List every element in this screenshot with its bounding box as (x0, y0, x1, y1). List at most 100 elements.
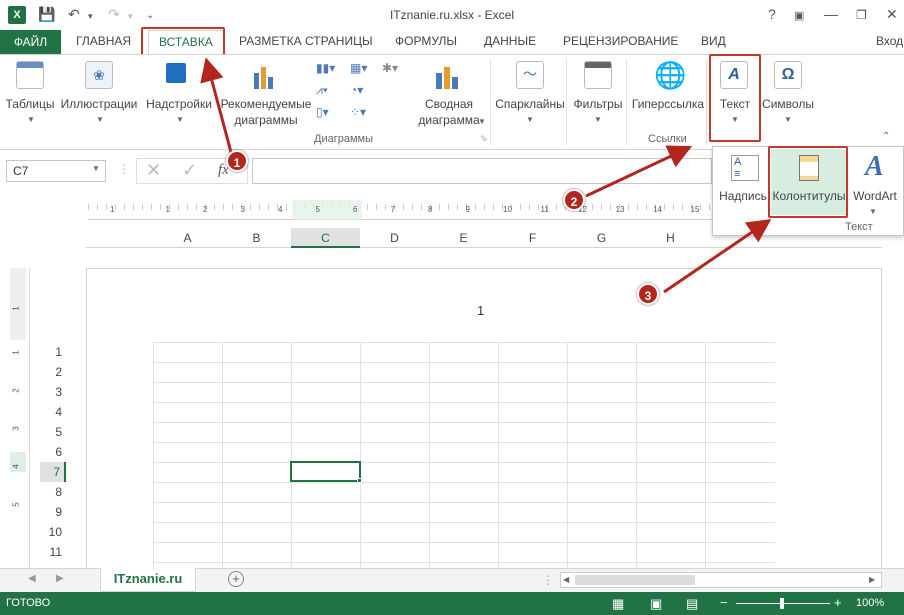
close-icon[interactable]: ✕ (886, 6, 898, 23)
scroll-right-icon[interactable]: ▶ (869, 575, 875, 584)
active-cell-c7[interactable] (290, 461, 361, 482)
drag-handle-icon[interactable]: ⋮ (542, 573, 554, 587)
grid-line (153, 542, 775, 543)
row-header-3[interactable]: 3 (40, 382, 66, 402)
column-header-g[interactable]: G (567, 228, 636, 248)
row-header-9[interactable]: 9 (40, 502, 66, 522)
picture-icon: ❀ (85, 61, 113, 89)
row-header-8[interactable]: 8 (40, 482, 66, 502)
formula-input[interactable] (252, 158, 712, 184)
sparklines-button[interactable]: 〜 Спарклайны ▼ (494, 59, 566, 129)
next-sheet-icon[interactable]: ▶ (56, 573, 64, 584)
symbols-button[interactable]: Ω Символы ▼ (760, 59, 816, 129)
addins-label: Надстройки (146, 97, 212, 111)
grid-line (705, 342, 706, 568)
tables-button[interactable]: Таблицы ▼ (4, 59, 56, 129)
page-break-view-icon[interactable]: ▤ (686, 596, 698, 612)
vruler-number: 1 (11, 350, 21, 355)
prev-sheet-icon[interactable]: ◀ (28, 573, 36, 584)
name-box[interactable]: C7 (6, 160, 106, 182)
tab-formulas[interactable]: ФОРМУЛЫ (395, 34, 457, 48)
scatter-chart-icon[interactable]: ⁘▾ (350, 105, 366, 119)
grid-line (153, 382, 775, 383)
statistic-chart-icon[interactable]: ▯▾ (316, 105, 329, 119)
pivot-chart-icon (436, 65, 460, 89)
fill-handle[interactable] (357, 478, 362, 483)
grid-line (153, 562, 775, 563)
ribbon: Таблицы ▼ ❀ Иллюстрации ▼ Надстройки ▼ Р… (0, 54, 904, 150)
addins-button[interactable]: Надстройки ▼ (142, 59, 216, 129)
page-layout-view-icon[interactable]: ▣ (650, 596, 662, 612)
enter-check-icon[interactable]: ✓ (182, 160, 197, 181)
grid-line (567, 342, 568, 568)
row-header-10[interactable]: 10 (40, 522, 66, 542)
wordart-button[interactable]: A WordArt ▼ (849, 151, 901, 217)
scroll-thumb[interactable] (575, 575, 695, 585)
zoom-slider-thumb[interactable] (780, 598, 784, 609)
line-chart-icon[interactable]: ⩘▾ (316, 83, 328, 98)
scroll-left-icon[interactable]: ◀ (563, 575, 569, 584)
pivot-chart-label-1: Сводная (424, 97, 474, 111)
column-chart-icon[interactable]: ▮▮▾ (316, 61, 335, 75)
grid-line (636, 342, 637, 568)
grid-line (153, 482, 775, 483)
column-header-h[interactable]: H (636, 228, 705, 248)
tab-page-layout[interactable]: РАЗМЕТКА СТРАНИЦЫ (239, 34, 373, 48)
drag-handle-icon[interactable]: ⋮ (118, 162, 130, 176)
sparklines-label: Спарклайны (495, 97, 565, 111)
filters-label: Фильтры (573, 97, 623, 111)
restore-icon[interactable]: ❐ (856, 8, 867, 22)
textbox-button[interactable]: A ≡ Надпись (717, 151, 769, 211)
dialog-launcher-icon[interactable]: ⬂ (480, 133, 488, 144)
hyperlink-button[interactable]: 🌐 Гиперссылка (630, 59, 706, 129)
row-header-4[interactable]: 4 (40, 402, 66, 422)
tab-file[interactable]: ФАЙЛ (0, 30, 61, 54)
sign-in-link[interactable]: Вход (876, 34, 903, 48)
sparkline-icon: 〜 (516, 61, 544, 89)
header-footer-highlight (768, 146, 848, 218)
column-header-a[interactable]: A (153, 228, 222, 248)
pivot-chart-button[interactable]: Сводная диаграмма ▼ (412, 59, 486, 129)
cancel-icon[interactable]: ✕ (146, 160, 161, 181)
sheet-tab-bar: ◀ ▶ ITznanie.ru + ⋮ ◀ ▶ (0, 568, 904, 592)
zoom-level[interactable]: 100% (856, 597, 884, 609)
row-header-1[interactable]: 1 (40, 342, 66, 362)
zoom-out-icon[interactable]: − (720, 595, 728, 610)
tab-review[interactable]: РЕЦЕНЗИРОВАНИЕ (563, 34, 678, 48)
chevron-down-icon[interactable]: ▼ (92, 164, 100, 173)
row-header-7[interactable]: 7 (40, 462, 66, 482)
row-header-5[interactable]: 5 (40, 422, 66, 442)
column-header-e[interactable]: E (429, 228, 498, 248)
illustrations-button[interactable]: ❀ Иллюстрации ▼ (60, 59, 138, 129)
radar-chart-icon[interactable]: ✱▾ (382, 61, 398, 75)
page-header-text[interactable]: 1 (477, 303, 484, 318)
tab-view[interactable]: ВИД (701, 34, 726, 48)
sheet-tab[interactable]: ITznanie.ru (100, 568, 196, 592)
ruler-number: 11 (540, 205, 549, 214)
row-header-2[interactable]: 2 (40, 362, 66, 382)
minimize-icon[interactable]: — (824, 6, 838, 22)
recommended-charts-button[interactable]: Рекомендуемые диаграммы (220, 59, 312, 129)
ruler-number: 14 (653, 205, 662, 214)
column-header-d[interactable]: D (360, 228, 429, 248)
row-header-11[interactable]: 11 (40, 542, 66, 562)
add-sheet-icon[interactable]: + (228, 571, 244, 587)
help-button[interactable]: ? (768, 6, 776, 22)
hierarchy-chart-icon[interactable]: ▦▾ (350, 61, 367, 75)
tab-home[interactable]: ГЛАВНАЯ (76, 34, 131, 48)
column-header-b[interactable]: B (222, 228, 291, 248)
collapse-ribbon-icon[interactable]: ⌃ (882, 131, 890, 142)
column-header-f[interactable]: F (498, 228, 567, 248)
grid-line (153, 402, 775, 403)
normal-view-icon[interactable]: ▦ (612, 596, 624, 612)
filters-button[interactable]: Фильтры ▼ (570, 59, 626, 129)
row-header-6[interactable]: 6 (40, 442, 66, 462)
zoom-in-icon[interactable]: + (834, 595, 842, 610)
pie-chart-icon[interactable]: ◔▾ (350, 83, 363, 97)
grid-line (153, 342, 154, 568)
ribbon-display-icon[interactable]: ▣ (794, 9, 804, 22)
horizontal-scrollbar[interactable]: ◀ ▶ (560, 572, 882, 588)
tab-data[interactable]: ДАННЫЕ (484, 34, 536, 48)
chevron-down-icon: ▼ (27, 115, 35, 124)
column-header-c[interactable]: C (291, 228, 360, 248)
